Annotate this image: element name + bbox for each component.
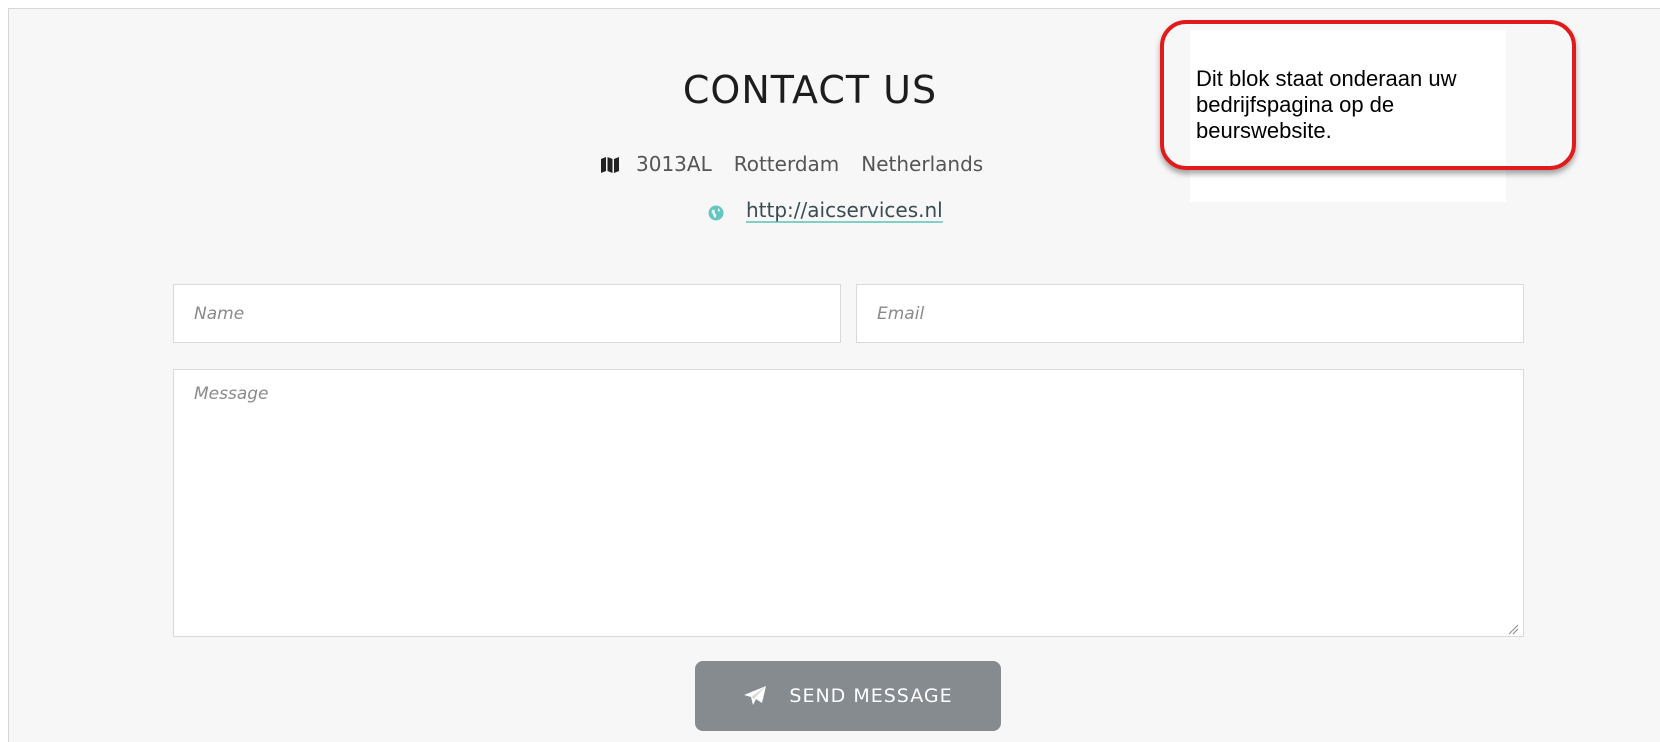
callout-text: Dit blok staat onderaan uw bedrijfspagin… bbox=[1196, 66, 1457, 143]
name-field[interactable] bbox=[173, 284, 841, 343]
postal-code: 3013AL bbox=[636, 152, 712, 176]
country: Netherlands bbox=[861, 152, 984, 176]
send-message-button[interactable]: SEND MESSAGE bbox=[695, 661, 1001, 731]
message-field[interactable] bbox=[173, 369, 1524, 637]
page: CONTACT US 3013AL Rotterdam Netherlands … bbox=[0, 0, 1660, 742]
website-link[interactable]: http://aicservices.nl bbox=[746, 198, 943, 222]
resize-handle-icon[interactable] bbox=[1507, 620, 1519, 635]
send-message-label: SEND MESSAGE bbox=[789, 685, 953, 707]
address-line: 3013AL Rotterdam Netherlands bbox=[600, 150, 983, 178]
city: Rotterdam bbox=[733, 152, 840, 176]
email-field[interactable] bbox=[856, 284, 1524, 343]
website-line: http://aicservices.nl bbox=[708, 196, 943, 224]
paper-plane-icon bbox=[743, 685, 767, 707]
globe-icon bbox=[708, 202, 724, 221]
map-icon bbox=[600, 155, 620, 173]
